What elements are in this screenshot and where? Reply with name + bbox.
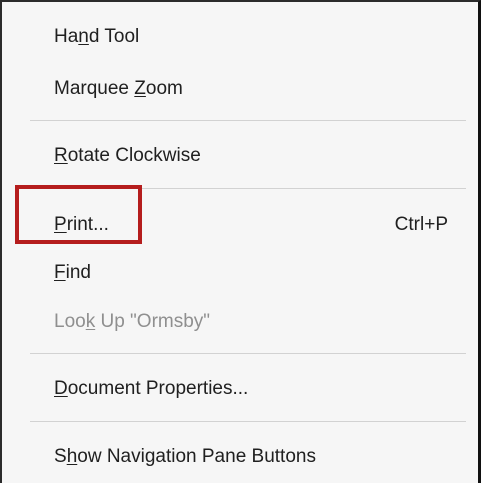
menu-separator	[30, 188, 466, 189]
menu-item-label: Find	[54, 262, 91, 283]
menu-item-print[interactable]: Print... Ctrl+P	[2, 205, 478, 245]
menu-item-label: Show Navigation Pane Buttons	[54, 446, 316, 467]
menu-item-label: Look Up "Ormsby"	[54, 311, 211, 332]
menu-separator	[30, 120, 466, 121]
menu-item-show-navigation-pane-buttons[interactable]: Show Navigation Pane Buttons	[2, 437, 478, 477]
menu-item-label: Marquee Zoom	[54, 78, 183, 99]
menu-item-rotate-clockwise[interactable]: Rotate Clockwise	[2, 136, 478, 176]
menu-separator	[30, 353, 466, 354]
menu-item-marquee-zoom[interactable]: Marquee Zoom	[2, 69, 478, 109]
menu-item-document-properties[interactable]: Document Properties...	[2, 369, 478, 409]
menu-item-label: Hand Tool	[54, 26, 140, 47]
menu-item-hand-tool[interactable]: Hand Tool	[2, 17, 478, 57]
menu-item-label: Document Properties...	[54, 378, 249, 399]
context-menu: Hand Tool Marquee Zoom Rotate Clockwise …	[0, 0, 481, 483]
menu-item-label: Print...	[54, 214, 109, 235]
menu-separator	[30, 421, 466, 422]
print-shortcut: Ctrl+P	[394, 214, 448, 235]
menu-item-label: Rotate Clockwise	[54, 145, 201, 166]
menu-item-look-up: Look Up "Ormsby"	[2, 302, 478, 342]
menu-item-find[interactable]: Find	[2, 253, 478, 293]
